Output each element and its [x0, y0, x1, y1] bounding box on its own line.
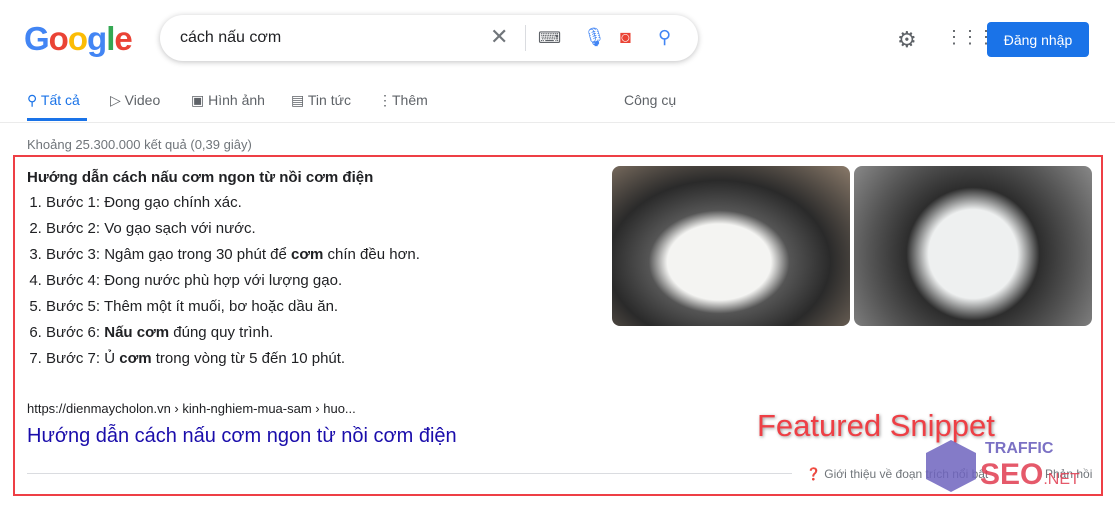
search-icon: ⚲: [27, 92, 38, 108]
step-text: Nấu cơm: [104, 324, 170, 341]
more-icon: ⋮: [378, 92, 392, 108]
watermark-seo: SEO.NET: [980, 458, 1080, 491]
gear-icon[interactable]: ⚙: [897, 27, 917, 53]
source-url[interactable]: https://dienmaycholon.vn › kinh-nghiem-m…: [27, 401, 356, 416]
apps-icon[interactable]: ⋮⋮⋮: [945, 27, 995, 48]
watermark-traffic: TRAFFIC: [985, 440, 1054, 457]
step-text: Bước 1: Đong gạo chính xác.: [46, 194, 242, 211]
search-input[interactable]: cách nấu cơm: [180, 29, 281, 47]
snippet-image-rice-spoon[interactable]: [612, 166, 850, 326]
image-icon: ▣: [191, 92, 205, 108]
step-text: Bước 2: Vo gạo sạch với nước.: [46, 220, 256, 237]
search-box[interactable]: cách nấu cơm ✕ ⌨ 🎙 ◙ ⚲: [160, 15, 698, 61]
result-stats: Khoảng 25.300.000 kết quả (0,39 giây): [27, 137, 252, 152]
steps-list: Bước 1: Đong gạo chính xác. Bước 2: Vo gạ…: [10, 190, 420, 372]
camera-icon[interactable]: ◙: [620, 27, 631, 48]
tab-more[interactable]: ⋮Thêm: [378, 92, 428, 109]
tab-images[interactable]: ▣ Hình ảnh: [191, 92, 265, 109]
step-text: trong vòng từ 5 đến 10 phút.: [151, 350, 346, 367]
tab-news[interactable]: ▤ Tin tức: [291, 92, 351, 109]
step-item: Bước 3: Ngâm gạo trong 30 phút để cơm ch…: [46, 242, 420, 268]
news-icon: ▤: [291, 92, 305, 108]
divider: [27, 473, 792, 474]
divider: [0, 122, 1115, 123]
step-item: Bước 5: Thêm một ít muối, bơ hoặc dầu ăn…: [46, 294, 420, 320]
google-logo[interactable]: Google: [24, 20, 133, 58]
signin-button[interactable]: Đăng nhập: [987, 22, 1089, 57]
step-item: Bước 4: Đong nước phù hợp với lượng gạo.: [46, 268, 420, 294]
step-text: chín đều hơn.: [323, 246, 420, 263]
tools-button[interactable]: Công cụ: [624, 92, 676, 108]
microphone-icon[interactable]: 🎙: [583, 27, 606, 48]
featured-snippet-annotation: Featured Snippet: [757, 408, 995, 443]
result-link[interactable]: Hướng dẫn cách nấu cơm ngon từ nồi cơm đ…: [27, 425, 457, 448]
snippet-title: Hướng dẫn cách nấu cơm ngon từ nồi cơm đ…: [27, 169, 374, 186]
help-icon: ❓: [806, 467, 821, 481]
step-item: Bước 6: Nấu cơm đúng quy trình.: [46, 320, 420, 346]
step-text: đúng quy trình.: [169, 324, 274, 341]
step-text: Bước 5: Thêm một ít muối, bơ hoặc dầu ăn…: [46, 298, 339, 315]
tab-video[interactable]: ▷ Video: [110, 92, 160, 109]
step-text: Bước 6:: [46, 324, 105, 341]
clear-icon[interactable]: ✕: [490, 24, 508, 50]
step-item: Bước 1: Đong gạo chính xác.: [46, 190, 420, 216]
keyboard-icon[interactable]: ⌨: [538, 28, 561, 48]
active-tab-indicator: [27, 118, 87, 121]
step-text: cơm: [291, 246, 324, 263]
step-text: Bước 3: Ngâm gạo trong 30 phút để: [46, 246, 292, 263]
step-item: Bước 2: Vo gạo sạch với nước.: [46, 216, 420, 242]
step-text: Bước 7: Ủ: [46, 350, 120, 367]
step-item: Bước 7: Ủ cơm trong vòng từ 5 đến 10 phú…: [46, 346, 420, 372]
snippet-image-rice-cooker[interactable]: [854, 166, 1092, 326]
divider: [525, 25, 526, 51]
search-icon[interactable]: ⚲: [658, 27, 671, 48]
step-text: Bước 4: Đong nước phù hợp với lượng gạo.: [46, 272, 343, 289]
tab-all[interactable]: ⚲ Tất cả: [27, 92, 80, 109]
play-icon: ▷: [110, 92, 121, 108]
step-text: cơm: [119, 350, 152, 367]
